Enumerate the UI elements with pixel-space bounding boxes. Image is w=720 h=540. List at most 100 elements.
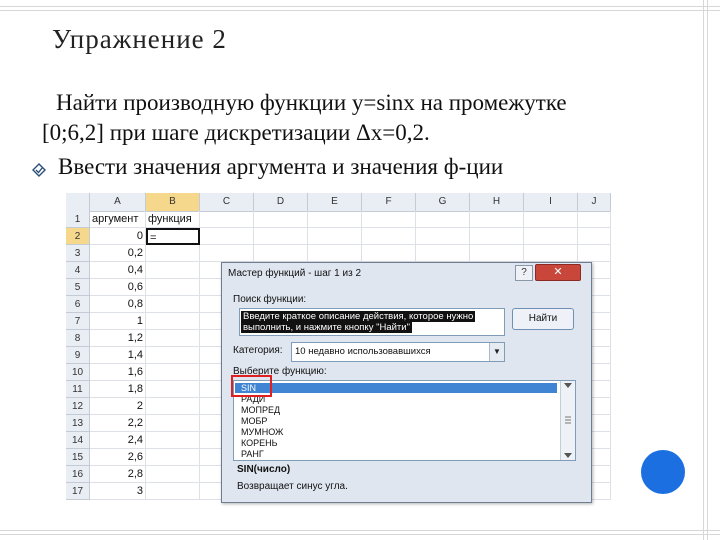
sheet-cell[interactable]: 0 — [90, 228, 146, 245]
row-header[interactable]: 10 — [66, 364, 90, 381]
sheet-cell[interactable] — [146, 296, 200, 313]
column-header-c[interactable]: C — [200, 193, 254, 211]
function-item[interactable]: РАНГ — [241, 449, 264, 459]
row-header[interactable]: 11 — [66, 381, 90, 398]
sheet-cell[interactable] — [362, 211, 416, 228]
sheet-cell[interactable]: 2 — [90, 398, 146, 415]
function-item[interactable]: МОПРЕД — [241, 405, 280, 415]
sheet-cell[interactable] — [200, 245, 254, 262]
sheet-cell[interactable]: 3 — [90, 483, 146, 500]
sheet-cell[interactable] — [146, 381, 200, 398]
sheet-cell[interactable]: 1,8 — [90, 381, 146, 398]
cell-b2-active[interactable]: = — [146, 228, 200, 245]
row-header[interactable]: 15 — [66, 449, 90, 466]
function-list[interactable]: SIN РАДИ МОПРЕД МОБР МУМНОЖ КОРЕНЬ РАНГ — [233, 380, 576, 461]
sheet-cell[interactable]: 0,2 — [90, 245, 146, 262]
sheet-cell[interactable]: 1,4 — [90, 347, 146, 364]
row-header[interactable]: 4 — [66, 262, 90, 279]
row-header[interactable]: 9 — [66, 347, 90, 364]
sheet-cell[interactable] — [578, 245, 611, 262]
sheet-cell[interactable] — [146, 364, 200, 381]
function-list-scrollbar[interactable] — [560, 381, 575, 460]
row-header[interactable]: 14 — [66, 432, 90, 449]
sheet-cell[interactable] — [524, 211, 578, 228]
sheet-cell[interactable] — [416, 228, 470, 245]
row-header[interactable]: 3 — [66, 245, 90, 262]
sheet-cell[interactable] — [254, 245, 308, 262]
column-header-g[interactable]: G — [416, 193, 470, 211]
row-header[interactable]: 16 — [66, 466, 90, 483]
row-header[interactable]: 6 — [66, 296, 90, 313]
sheet-cell[interactable] — [524, 228, 578, 245]
find-button[interactable]: Найти — [512, 308, 574, 330]
sheet-cell[interactable] — [578, 211, 611, 228]
sheet-cell[interactable] — [362, 228, 416, 245]
sheet-cell[interactable] — [146, 279, 200, 296]
sheet-cell[interactable]: 1 — [90, 313, 146, 330]
function-item-sin[interactable]: SIN — [235, 383, 557, 393]
column-header-b[interactable]: B — [146, 193, 200, 211]
chevron-down-icon[interactable]: ▼ — [489, 343, 504, 361]
sheet-cell[interactable] — [308, 211, 362, 228]
sheet-cell[interactable] — [416, 211, 470, 228]
sheet-cell[interactable] — [524, 245, 578, 262]
corner-cell[interactable] — [66, 193, 90, 211]
function-item[interactable]: МОБР — [241, 416, 267, 426]
sheet-cell[interactable]: 1,2 — [90, 330, 146, 347]
sheet-cell[interactable]: 1,6 — [90, 364, 146, 381]
column-header-d[interactable]: D — [254, 193, 308, 211]
column-header-f[interactable]: F — [362, 193, 416, 211]
sheet-cell[interactable] — [470, 211, 524, 228]
sheet-cell[interactable] — [308, 228, 362, 245]
column-header-e[interactable]: E — [308, 193, 362, 211]
row-header[interactable]: 5 — [66, 279, 90, 296]
sheet-cell[interactable] — [146, 449, 200, 466]
sheet-cell[interactable] — [308, 245, 362, 262]
row-header[interactable]: 2 — [66, 228, 90, 245]
sheet-cell[interactable] — [362, 245, 416, 262]
sheet-cell[interactable] — [578, 228, 611, 245]
sheet-cell[interactable] — [254, 228, 308, 245]
row-header[interactable]: 12 — [66, 398, 90, 415]
sheet-cell[interactable] — [146, 432, 200, 449]
sheet-cell[interactable] — [254, 211, 308, 228]
column-header-i[interactable]: I — [524, 193, 578, 211]
column-header-j[interactable]: J — [578, 193, 611, 211]
sheet-cell[interactable] — [146, 415, 200, 432]
search-input[interactable]: Введите краткое описание действия, котор… — [239, 308, 505, 336]
close-icon[interactable]: ✕ — [535, 264, 581, 281]
row-header[interactable]: 1 — [66, 211, 90, 228]
row-header[interactable]: 8 — [66, 330, 90, 347]
row-header[interactable]: 13 — [66, 415, 90, 432]
cell-b1[interactable]: функция — [146, 211, 200, 228]
sheet-cell[interactable] — [146, 262, 200, 279]
sheet-cell[interactable] — [146, 330, 200, 347]
function-item[interactable]: КОРЕНЬ — [241, 438, 278, 448]
sheet-cell[interactable]: 2,8 — [90, 466, 146, 483]
column-header-h[interactable]: H — [470, 193, 524, 211]
category-select[interactable]: 10 недавно использовавшихся ▼ — [291, 342, 505, 362]
sheet-cell[interactable] — [146, 483, 200, 500]
cell-a1[interactable]: аргумент — [90, 211, 146, 228]
column-header-a[interactable]: A — [90, 193, 146, 211]
sheet-cell[interactable] — [146, 313, 200, 330]
sheet-cell[interactable]: 0,4 — [90, 262, 146, 279]
sheet-cell[interactable] — [146, 398, 200, 415]
function-item[interactable]: МУМНОЖ — [241, 427, 283, 437]
sheet-cell[interactable] — [146, 466, 200, 483]
sheet-cell[interactable]: 0,6 — [90, 279, 146, 296]
help-button[interactable]: ? — [515, 265, 533, 281]
sheet-cell[interactable] — [416, 245, 470, 262]
sheet-cell[interactable]: 2,2 — [90, 415, 146, 432]
sheet-cell[interactable] — [146, 245, 200, 262]
sheet-cell[interactable] — [200, 211, 254, 228]
row-header[interactable]: 7 — [66, 313, 90, 330]
sheet-cell[interactable]: 2,6 — [90, 449, 146, 466]
sheet-cell[interactable] — [200, 228, 254, 245]
row-header[interactable]: 17 — [66, 483, 90, 500]
sheet-cell[interactable] — [146, 347, 200, 364]
sheet-cell[interactable]: 0,8 — [90, 296, 146, 313]
sheet-cell[interactable]: 2,4 — [90, 432, 146, 449]
sheet-cell[interactable] — [470, 245, 524, 262]
sheet-cell[interactable] — [470, 228, 524, 245]
